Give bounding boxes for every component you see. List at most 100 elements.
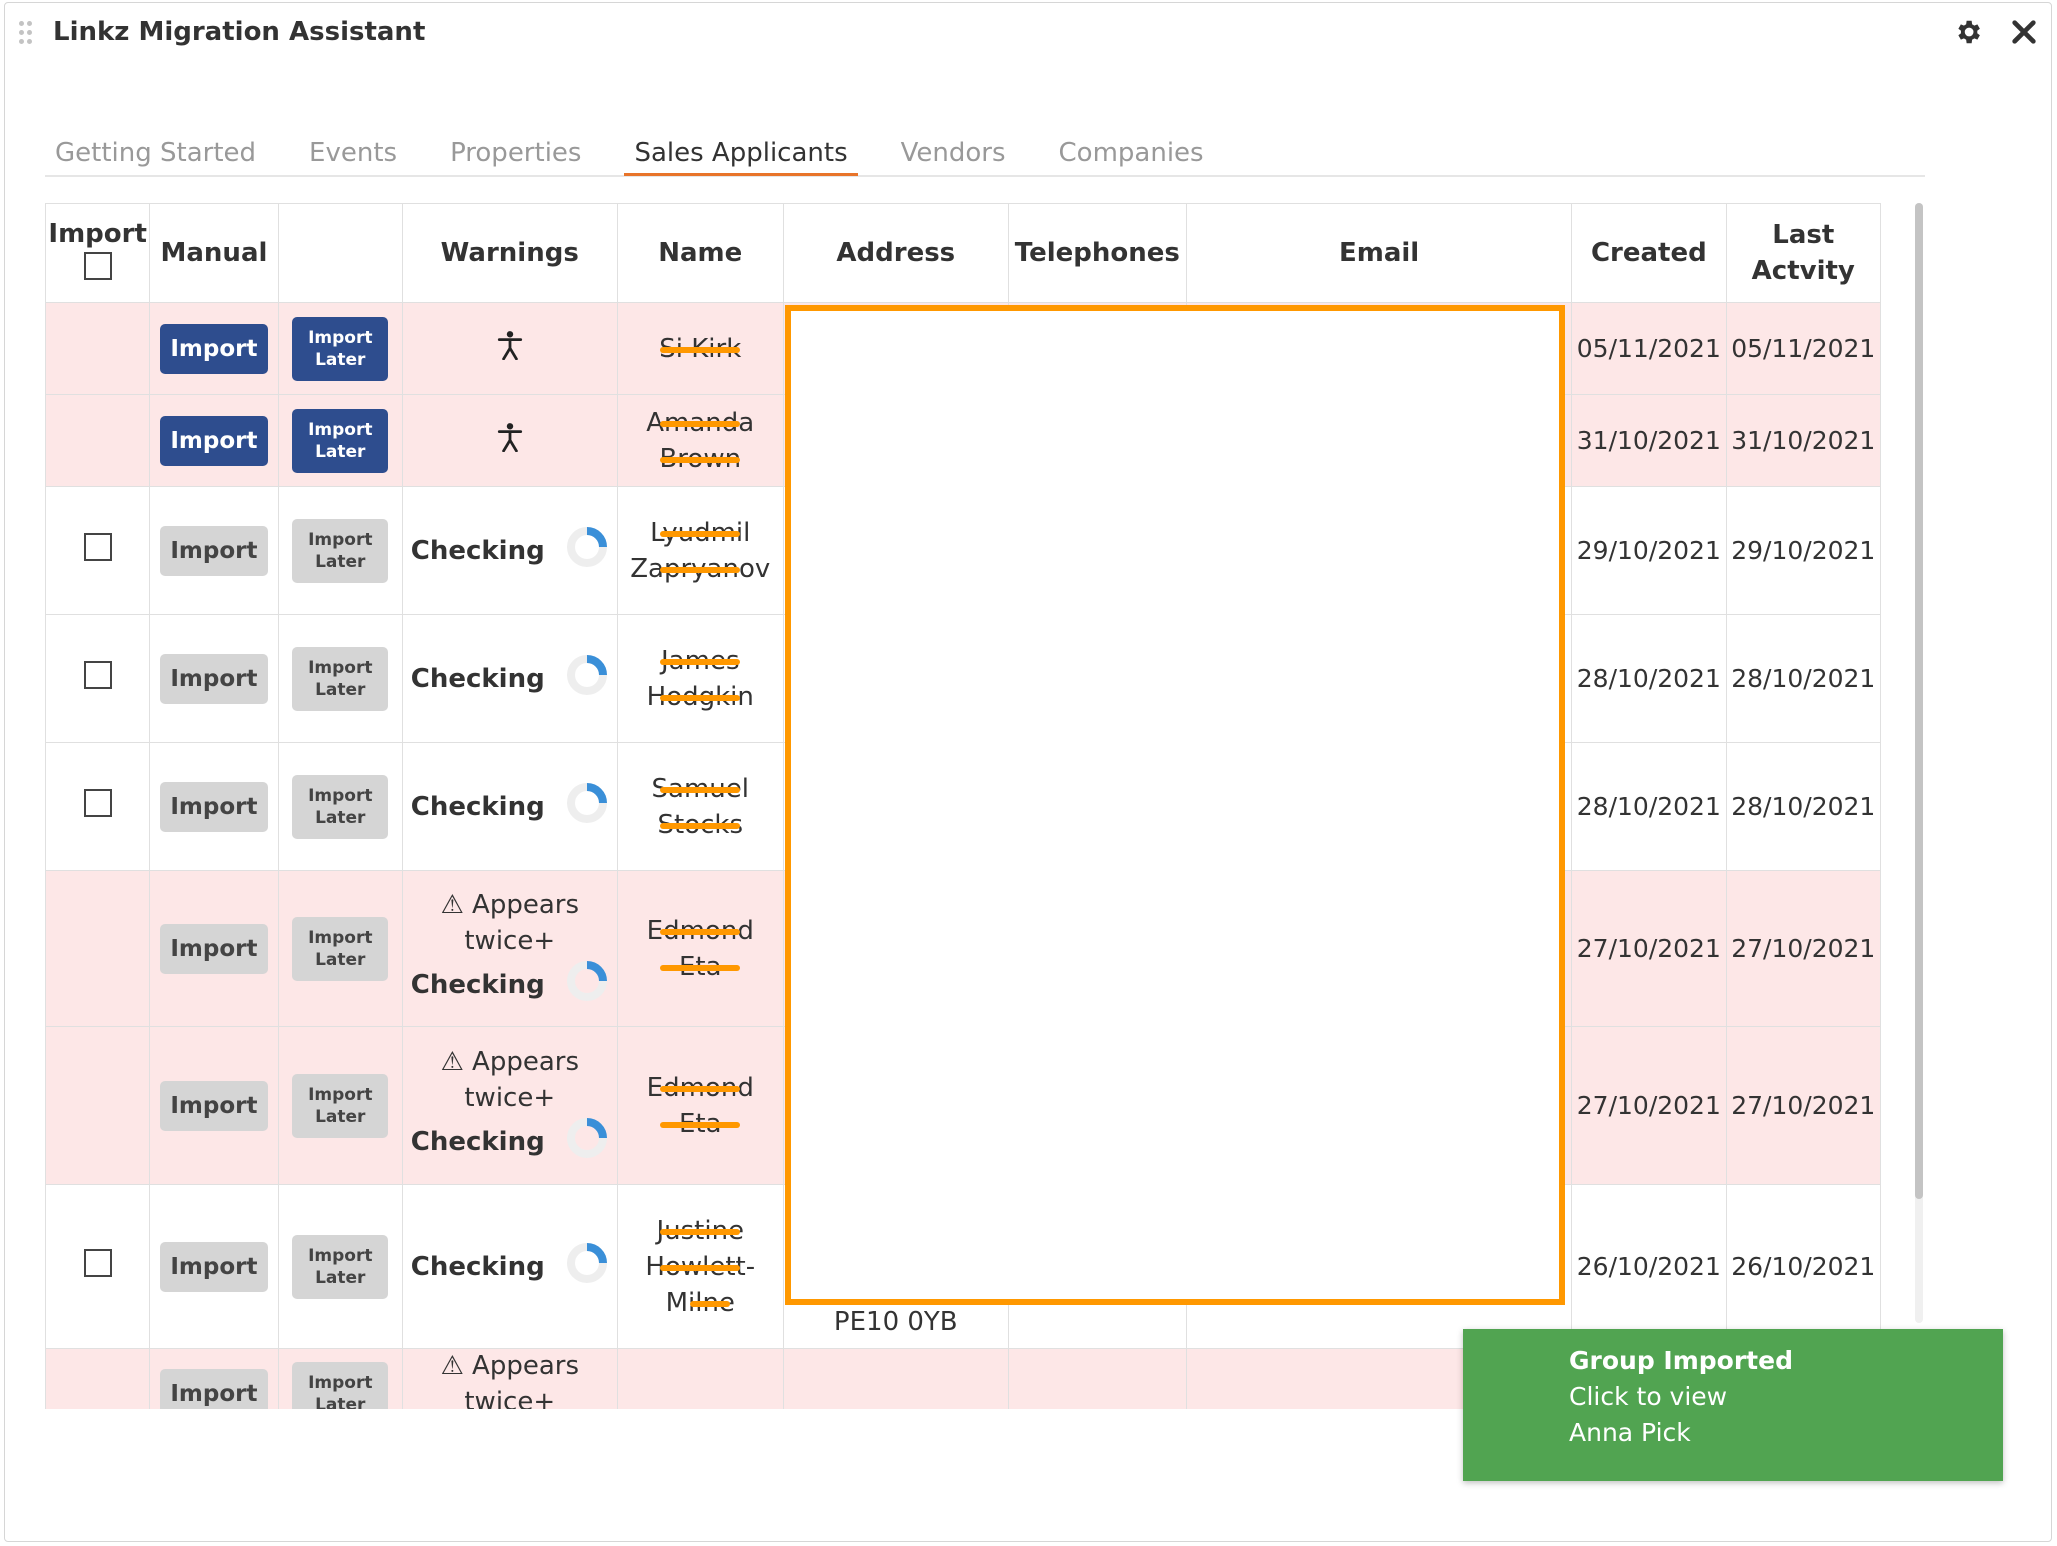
import-later-cell: Import Later [277, 614, 403, 743]
toast-title: Group Imported [1569, 1346, 1793, 1375]
import-later-button[interactable]: Import Later [292, 316, 389, 381]
warning-triangle-icon: ⚠ [440, 890, 464, 920]
manual-cell: Import [149, 1026, 279, 1185]
import-button[interactable]: Import [159, 525, 268, 576]
redaction-strike [660, 566, 741, 573]
select-all-checkbox[interactable] [83, 252, 112, 280]
address-cell: 24 Farthings [782, 1348, 1009, 1409]
tab-companies[interactable]: Companies [1049, 133, 1214, 173]
header-created: Created [1571, 203, 1727, 303]
row-import-checkbox[interactable] [83, 533, 112, 561]
close-icon[interactable] [2007, 15, 2041, 49]
import-button[interactable]: Import [159, 1241, 268, 1292]
appears-twice-label-1: Appears [472, 1047, 580, 1077]
last-activity-date: 29/10/2021 [1725, 486, 1881, 615]
group-imported-toast[interactable]: Group Imported Click to view Anna Pick [1463, 1329, 2003, 1481]
person-icon [497, 423, 523, 459]
redaction-strike [660, 420, 741, 427]
created-date: 27/10/2021 [1571, 1026, 1727, 1185]
checking-label: Checking [410, 1251, 545, 1282]
import-button[interactable]: Import [159, 1369, 268, 1409]
name-cell: EdmondEta [616, 1026, 784, 1185]
redaction-strike [660, 456, 741, 463]
tab-getting-started[interactable]: Getting Started [45, 133, 266, 173]
row-import-checkbox[interactable] [83, 789, 112, 817]
redaction-strike [660, 1228, 741, 1235]
tab-properties[interactable]: Properties [440, 133, 591, 173]
checking-label: Checking [410, 791, 545, 822]
import-later-button[interactable]: Import Later [292, 916, 389, 981]
import-cell [45, 394, 151, 487]
import-later-button[interactable]: Import Later [292, 518, 389, 583]
header-import: Import [45, 203, 151, 303]
import-later-button[interactable]: Import Later [292, 774, 389, 839]
redaction-strike [660, 1121, 741, 1128]
import-cell [45, 1026, 151, 1185]
row-import-checkbox[interactable] [83, 661, 112, 689]
import-later-button[interactable]: Import Later [292, 1234, 389, 1299]
table-scrollbar[interactable] [1915, 203, 1923, 1323]
import-later-cell: Import Later [277, 394, 403, 487]
toast-line-1: Click to view [1569, 1382, 1728, 1411]
tab-vendors[interactable]: Vendors [891, 133, 1016, 173]
loading-spinner-icon [565, 781, 609, 832]
created-date: 26/10/2021 [1571, 1184, 1727, 1349]
name-cell [616, 1348, 784, 1409]
import-later-cell: Import Later [277, 1184, 403, 1349]
import-button[interactable]: Import [159, 323, 268, 374]
header-last-activity: Last Actvity [1725, 203, 1881, 303]
row-import-checkbox[interactable] [83, 1249, 112, 1277]
created-date: 31/10/2021 [1571, 394, 1727, 487]
appears-twice-label-2: twice+ [464, 1387, 556, 1409]
toast-line-2: Anna Pick [1569, 1418, 1691, 1447]
import-button[interactable]: Import [159, 415, 268, 466]
created-date: 05/11/2021 [1571, 302, 1727, 395]
import-button[interactable]: Import [159, 923, 268, 974]
drag-handle-icon[interactable] [19, 21, 33, 47]
applicant-address: PE10 0YB [833, 1306, 958, 1337]
import-later-button[interactable]: Import Later [292, 1073, 389, 1138]
appears-twice-label-1: Appears [472, 890, 580, 920]
import-button[interactable]: Import [159, 1080, 268, 1131]
redaction-strike [660, 530, 741, 537]
redaction-strike [660, 964, 741, 971]
loading-spinner-icon [565, 653, 609, 704]
gear-icon[interactable] [1951, 15, 1985, 49]
header-warnings: Warnings [401, 203, 618, 303]
import-cell [45, 1348, 151, 1409]
header-blank [277, 203, 403, 303]
window-title: Linkz Migration Assistant [53, 17, 426, 47]
redaction-strike [660, 346, 741, 353]
tab-events[interactable]: Events [299, 133, 407, 173]
warnings-cell: ⚠ Appears twice+ [401, 1348, 618, 1409]
appears-twice-label-2: twice+ [464, 926, 556, 956]
loading-spinner-icon [565, 1241, 609, 1292]
manual-cell: Import [149, 614, 279, 743]
import-later-button[interactable]: Import Later [292, 646, 389, 711]
checking-label: Checking [410, 535, 545, 566]
import-later-button[interactable]: Import Later [292, 1362, 389, 1409]
created-date: 28/10/2021 [1571, 614, 1727, 743]
import-cell [45, 614, 151, 743]
manual-cell: Import [149, 742, 279, 871]
import-cell [45, 302, 151, 395]
checking-label: Checking [410, 969, 545, 1000]
import-cell [45, 742, 151, 871]
created-date: 29/10/2021 [1571, 486, 1727, 615]
import-later-cell: Import Later [277, 302, 403, 395]
redaction-highlight-box [785, 305, 1565, 1305]
redaction-strike [660, 1085, 741, 1092]
header-email: Email [1186, 203, 1573, 303]
person-icon [497, 331, 523, 367]
import-button[interactable]: Import [159, 781, 268, 832]
import-button[interactable]: Import [159, 653, 268, 704]
last-activity-date: 05/11/2021 [1725, 302, 1881, 395]
scrollbar-thumb[interactable] [1915, 203, 1923, 1199]
redaction-strike [660, 1264, 741, 1271]
checking-label: Checking [410, 1126, 545, 1157]
loading-spinner-icon [565, 959, 609, 1010]
tab-sales-applicants[interactable]: Sales Applicants [624, 133, 858, 176]
warnings-cell [401, 394, 618, 487]
last-activity-date: 27/10/2021 [1725, 1026, 1881, 1185]
import-later-button[interactable]: Import Later [292, 408, 389, 473]
